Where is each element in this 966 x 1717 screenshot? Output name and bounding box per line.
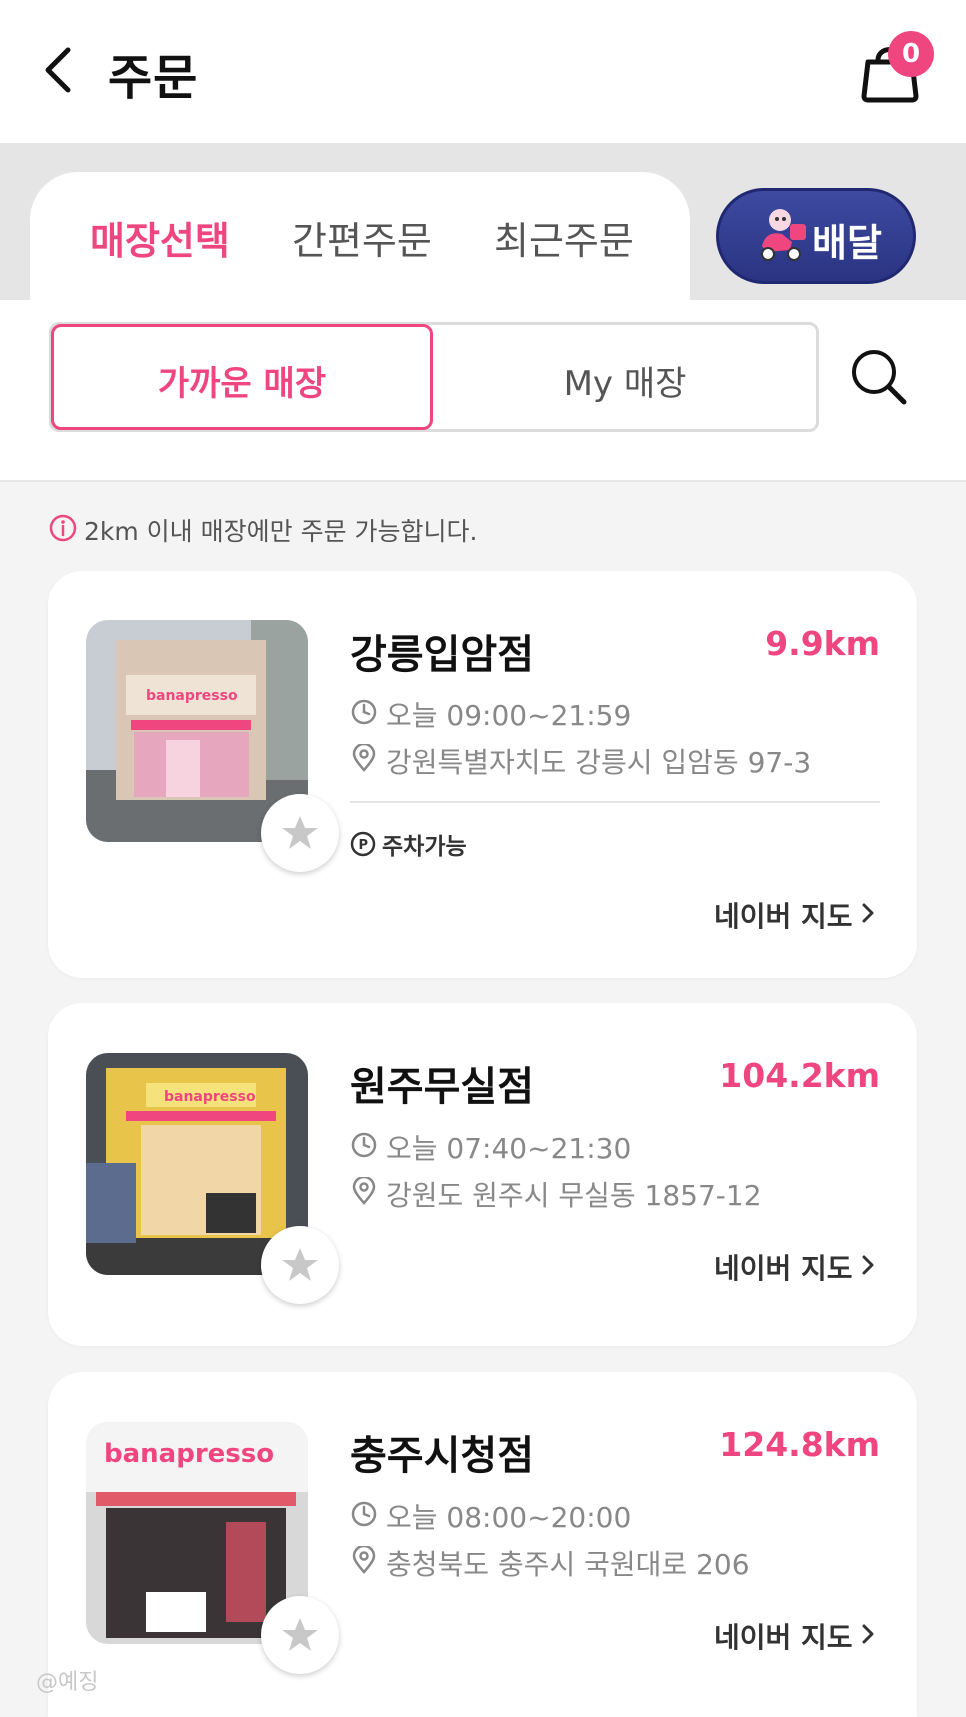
favorite-button[interactable] [261,1226,339,1304]
toggle-my-stores[interactable]: My 매장 [434,356,816,405]
distance-notice: 2km 이내 매장에만 주문 가능합니다. [84,517,478,546]
card-divider [350,801,880,803]
toggle-nearby-label: 가까운 매장 [157,364,327,404]
tab-quick-order[interactable]: 간편주문 [292,210,432,265]
chevron-right-icon [860,901,876,925]
cart-count-badge: 0 [888,31,934,77]
store-hours: 오늘 09:00~21:59 [386,699,632,732]
chevron-right-icon [860,1622,876,1646]
clock-icon [350,698,378,726]
store-address: 충청북도 충주시 국원대로 206 [386,1548,750,1581]
naver-map-link[interactable]: 네이버 지도 [714,895,853,935]
chevron-left-icon [45,47,71,93]
watermark: @예징 [36,1670,99,1695]
delivery-label: 배달 [812,221,882,265]
clock-icon [350,1131,378,1159]
svg-text:P: P [359,838,369,853]
store-name: 원주무실점 [350,1064,534,1110]
store-name: 충주시청점 [350,1433,534,1479]
star-icon [282,1618,318,1651]
parking-icon: P [350,831,376,857]
store-hours: 오늘 08:00~20:00 [386,1501,632,1534]
clock-icon [350,1500,378,1528]
store-hours: 오늘 07:40~21:30 [386,1132,632,1165]
store-sign-text: banapresso [164,1089,256,1105]
chevron-right-icon [860,1253,876,1277]
star-icon [282,816,318,849]
search-icon [852,350,907,405]
tab-recent-order[interactable]: 최근주문 [494,210,634,265]
location-pin-icon [350,1544,378,1574]
naver-map-link[interactable]: 네이버 지도 [714,1616,853,1656]
store-sign-text: banapresso [146,688,238,704]
store-address: 강원특별자치도 강릉시 입암동 97-3 [386,746,812,779]
info-icon [48,513,78,543]
store-distance: 104.2km [719,1056,880,1095]
back-button[interactable] [40,42,80,98]
store-tag: 주차가능 [382,834,467,860]
store-name: 강릉입암점 [350,632,534,678]
naver-map-link[interactable]: 네이버 지도 [714,1247,853,1287]
store-sign-text: banapresso [104,1439,274,1469]
location-pin-icon [350,742,378,772]
favorite-button[interactable] [261,794,339,872]
page-title: 주문 [108,50,199,106]
location-pin-icon [350,1175,378,1205]
tab-store-select[interactable]: 매장선택 [90,210,230,265]
store-address: 강원도 원주시 무실동 1857-12 [386,1179,762,1212]
search-button[interactable] [848,346,910,408]
favorite-button[interactable] [261,1596,339,1674]
store-distance: 124.8km [719,1425,880,1464]
store-distance: 9.9km [765,624,880,663]
delivery-mascot-icon [756,206,808,262]
star-icon [282,1248,318,1281]
